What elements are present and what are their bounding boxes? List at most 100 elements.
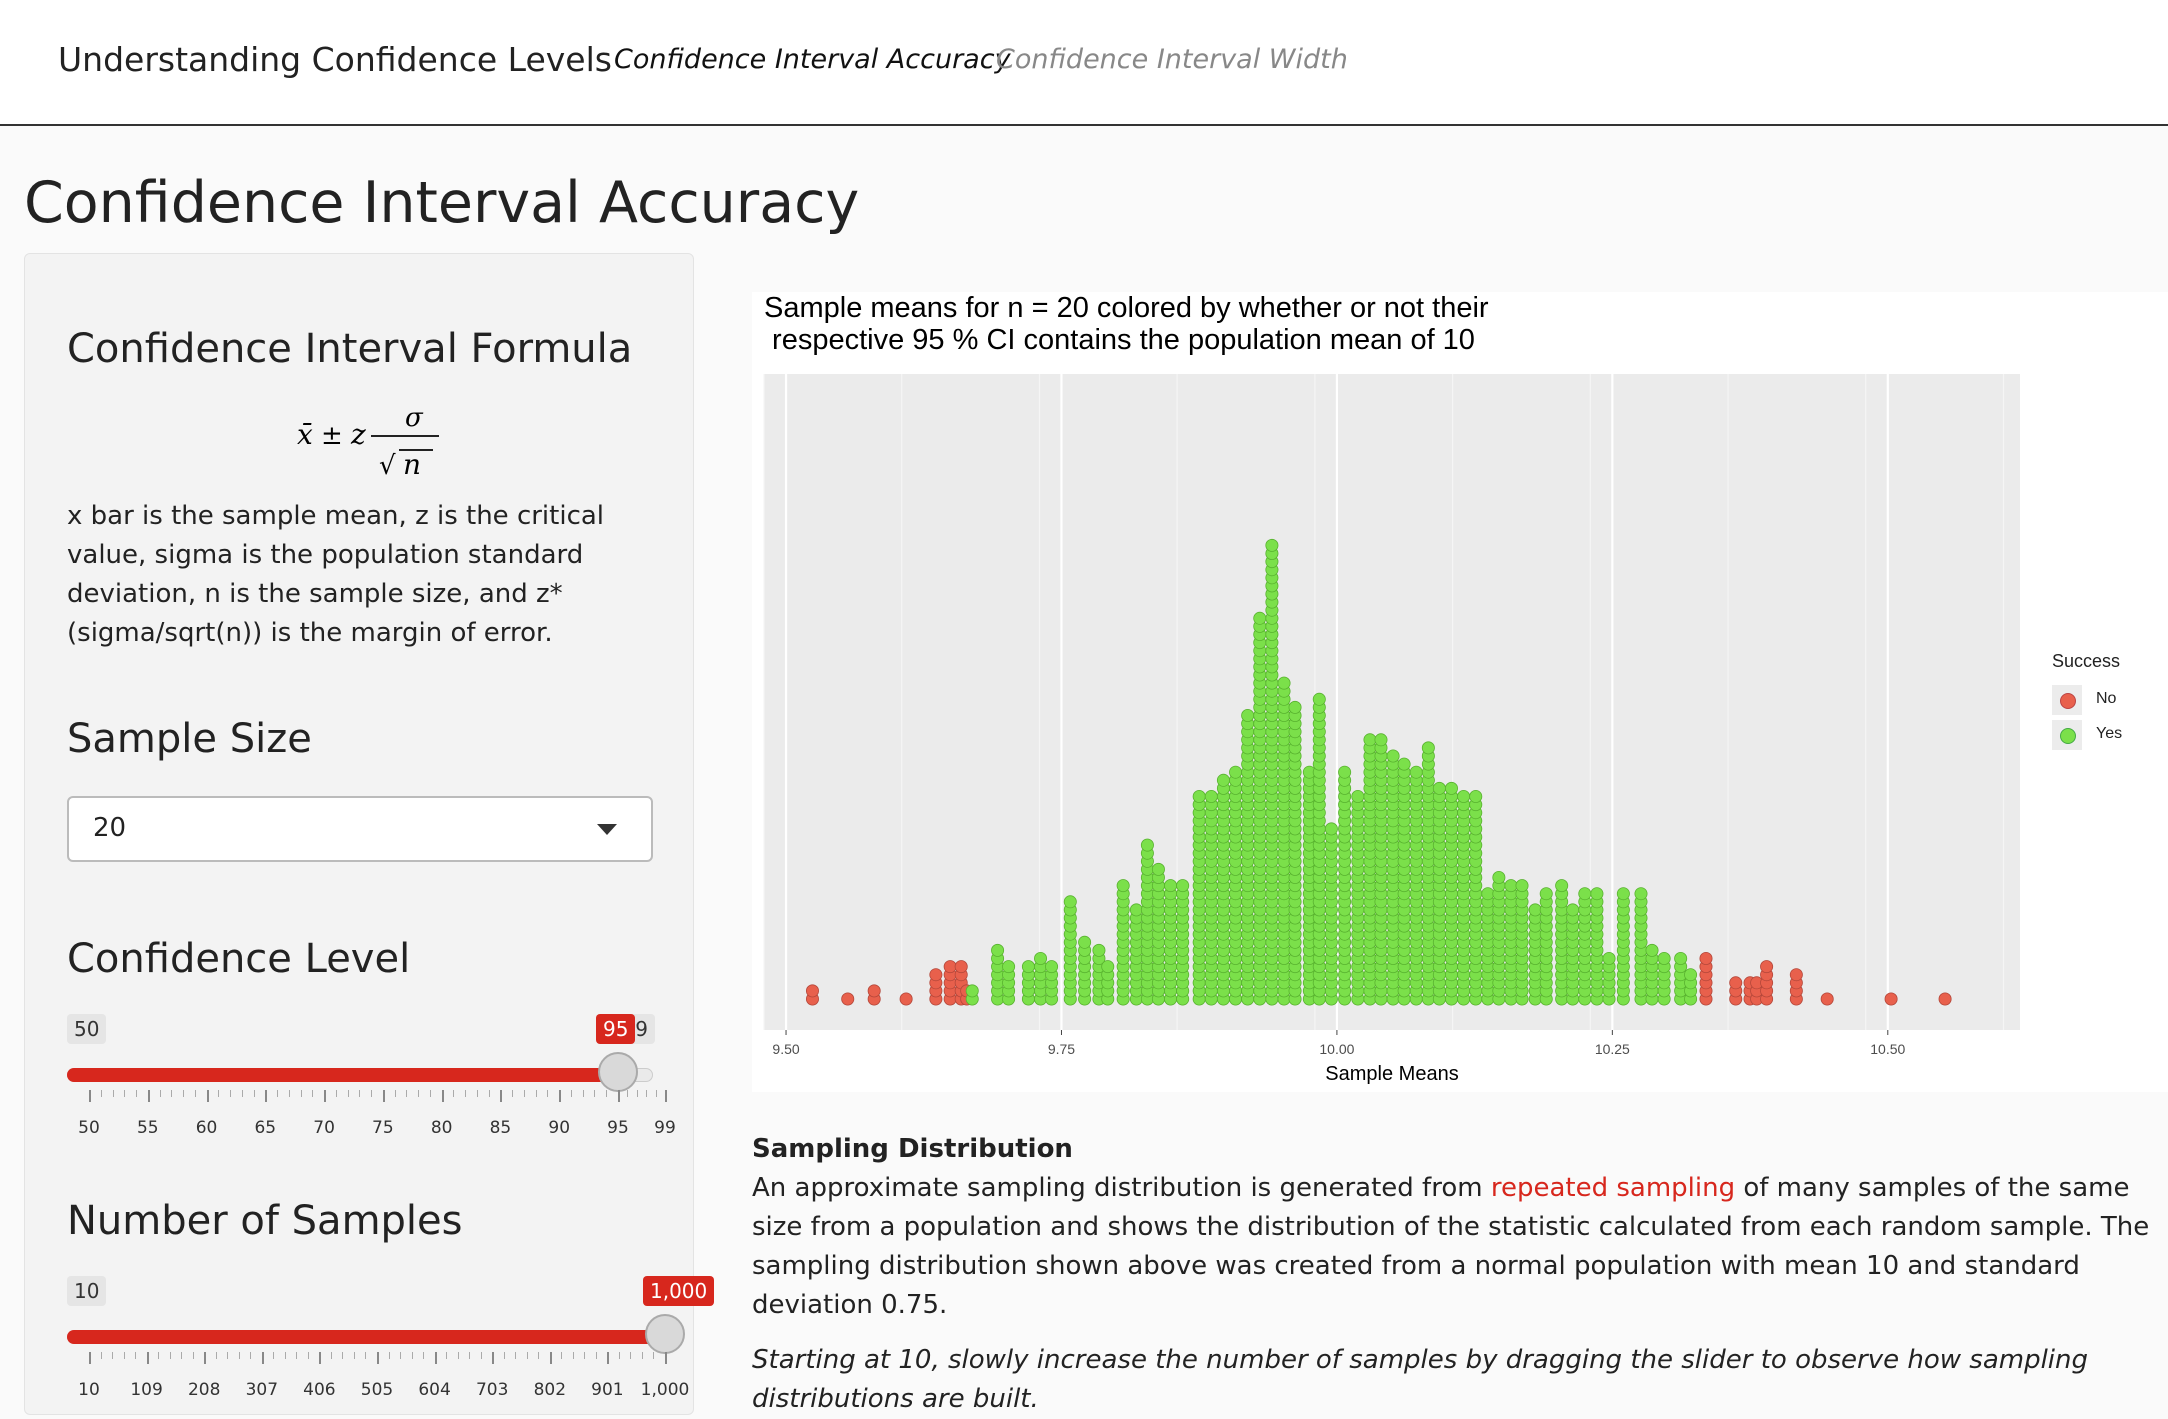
sampling-distribution-text: Sampling Distribution An approximate sam… xyxy=(752,1130,2152,1419)
slider-minor-tick xyxy=(353,1352,355,1359)
data-point-yes xyxy=(1657,952,1671,966)
slider-minor-tick xyxy=(112,1090,114,1097)
legend-item-no: No xyxy=(2052,685,2162,715)
slider-minor-tick xyxy=(594,1090,596,1097)
slider-tick-label: 307 xyxy=(245,1380,279,1400)
slider-major-tick xyxy=(434,1352,437,1364)
data-point-no xyxy=(841,992,855,1006)
data-point-yes xyxy=(965,984,979,998)
slider-minor-tick xyxy=(547,1090,549,1097)
data-point-yes xyxy=(1374,733,1388,747)
legend-item-yes: Yes xyxy=(2052,720,2162,750)
tab-confidence-interval-accuracy[interactable]: Confidence Interval Accuracy xyxy=(614,44,1011,75)
slider-current-label: 1,000 xyxy=(643,1276,715,1306)
slider-minor-tick xyxy=(347,1090,349,1097)
slider-tick-label: 99 xyxy=(654,1118,676,1138)
legend-label-yes: Yes xyxy=(2096,725,2123,742)
tab-confidence-interval-width[interactable]: Confidence Interval Width xyxy=(996,44,1348,75)
slider-minor-tick xyxy=(394,1090,396,1097)
legend-key xyxy=(2052,685,2082,715)
data-point-yes xyxy=(1078,935,1092,949)
slider-major-tick xyxy=(261,1352,264,1364)
sample-size-select[interactable]: 20 xyxy=(67,796,653,862)
data-point-yes xyxy=(1241,708,1255,722)
data-point-yes xyxy=(1590,887,1604,901)
slider-minor-tick xyxy=(572,1352,574,1359)
confidence-level-slider[interactable]: 50 99 95 50 55 60 65 70 75 80 85 90 95 99 xyxy=(67,1014,676,1144)
slider-minor-tick xyxy=(584,1352,586,1359)
data-point-yes xyxy=(1192,789,1206,803)
slider-minor-tick xyxy=(653,1352,655,1359)
data-point-yes xyxy=(1324,822,1338,836)
data-point-yes xyxy=(1351,789,1365,803)
data-point-yes xyxy=(1566,903,1580,917)
repeated-sampling-link[interactable]: repeated sampling xyxy=(1491,1173,1735,1203)
slider-minor-tick xyxy=(124,1090,126,1097)
slider-minor-tick xyxy=(284,1352,286,1359)
slider-tick-label: 703 xyxy=(475,1380,509,1400)
data-point-yes xyxy=(1277,676,1291,690)
slider-minor-tick xyxy=(512,1090,514,1097)
slider-minor-tick xyxy=(476,1090,478,1097)
slider-minor-tick xyxy=(112,1352,114,1359)
data-point-yes xyxy=(1092,943,1106,957)
data-point-yes xyxy=(1616,887,1630,901)
slider-minor-tick xyxy=(606,1090,608,1097)
slider-minor-tick xyxy=(171,1090,173,1097)
data-point-yes xyxy=(1312,692,1326,706)
slider-major-tick xyxy=(147,1090,150,1102)
data-point-yes xyxy=(1555,879,1569,893)
slider-minor-tick xyxy=(636,1090,638,1097)
x-tick-label: 9.75 xyxy=(1048,1041,1075,1057)
data-point-no xyxy=(943,960,957,974)
slider-major-tick xyxy=(441,1090,444,1102)
slider-fill xyxy=(67,1330,665,1344)
slider-minor-tick xyxy=(307,1352,309,1359)
data-point-no xyxy=(1789,968,1803,982)
number-of-samples-slider[interactable]: 10 1,000 10 109 208 307 406 505 604 703 802 901 1,… xyxy=(67,1276,715,1406)
slider-minor-tick xyxy=(480,1352,482,1359)
slider-minor-tick xyxy=(100,1090,102,1097)
data-point-yes xyxy=(1045,960,1059,974)
data-point-yes xyxy=(1492,871,1506,885)
data-point-no xyxy=(867,984,881,998)
slider-minor-tick xyxy=(277,1090,279,1097)
data-point-yes xyxy=(1265,538,1279,552)
slider-major-tick xyxy=(146,1352,149,1364)
slider-minor-tick xyxy=(218,1090,220,1097)
slider-handle[interactable] xyxy=(645,1314,685,1354)
slider-minor-tick xyxy=(641,1352,643,1359)
slider-handle[interactable] xyxy=(597,1052,638,1092)
slider-major-tick xyxy=(204,1352,207,1364)
slider-minor-tick xyxy=(582,1090,584,1097)
slider-minor-tick xyxy=(238,1352,240,1359)
slider-minor-tick xyxy=(330,1352,332,1359)
data-point-yes xyxy=(1204,789,1218,803)
slider-major-tick xyxy=(665,1090,667,1102)
slider-minor-tick xyxy=(423,1352,425,1359)
data-point-no xyxy=(954,960,968,974)
slider-minor-tick xyxy=(250,1352,252,1359)
slider-minor-tick xyxy=(296,1352,298,1359)
data-point-yes xyxy=(1602,952,1616,966)
legend-label-no: No xyxy=(2096,690,2117,707)
data-point-yes xyxy=(1515,879,1529,893)
formula-heading: Confidence Interval Formula xyxy=(67,326,633,372)
slider-minor-tick xyxy=(230,1090,232,1097)
paragraph-text-start: An approximate sampling distribution is … xyxy=(752,1173,1491,1203)
sample-size-heading: Sample Size xyxy=(67,716,312,762)
slider-minor-tick xyxy=(312,1090,314,1097)
slider-major-tick xyxy=(607,1352,610,1364)
slider-tick-label: 75 xyxy=(372,1118,394,1138)
sampling-distribution-heading: Sampling Distribution xyxy=(752,1134,1073,1164)
data-point-no xyxy=(1699,952,1713,966)
slider-minor-tick xyxy=(453,1090,455,1097)
slider-major-tick xyxy=(492,1352,495,1364)
app-brand[interactable]: Understanding Confidence Levels xyxy=(58,40,612,79)
data-point-yes xyxy=(1386,749,1400,763)
data-point-yes xyxy=(1164,879,1178,893)
slider-minor-tick xyxy=(215,1352,217,1359)
slider-minor-tick xyxy=(523,1090,525,1097)
formula-description: x bar is the sample mean, z is the criti… xyxy=(67,501,605,648)
data-point-yes xyxy=(1116,879,1130,893)
